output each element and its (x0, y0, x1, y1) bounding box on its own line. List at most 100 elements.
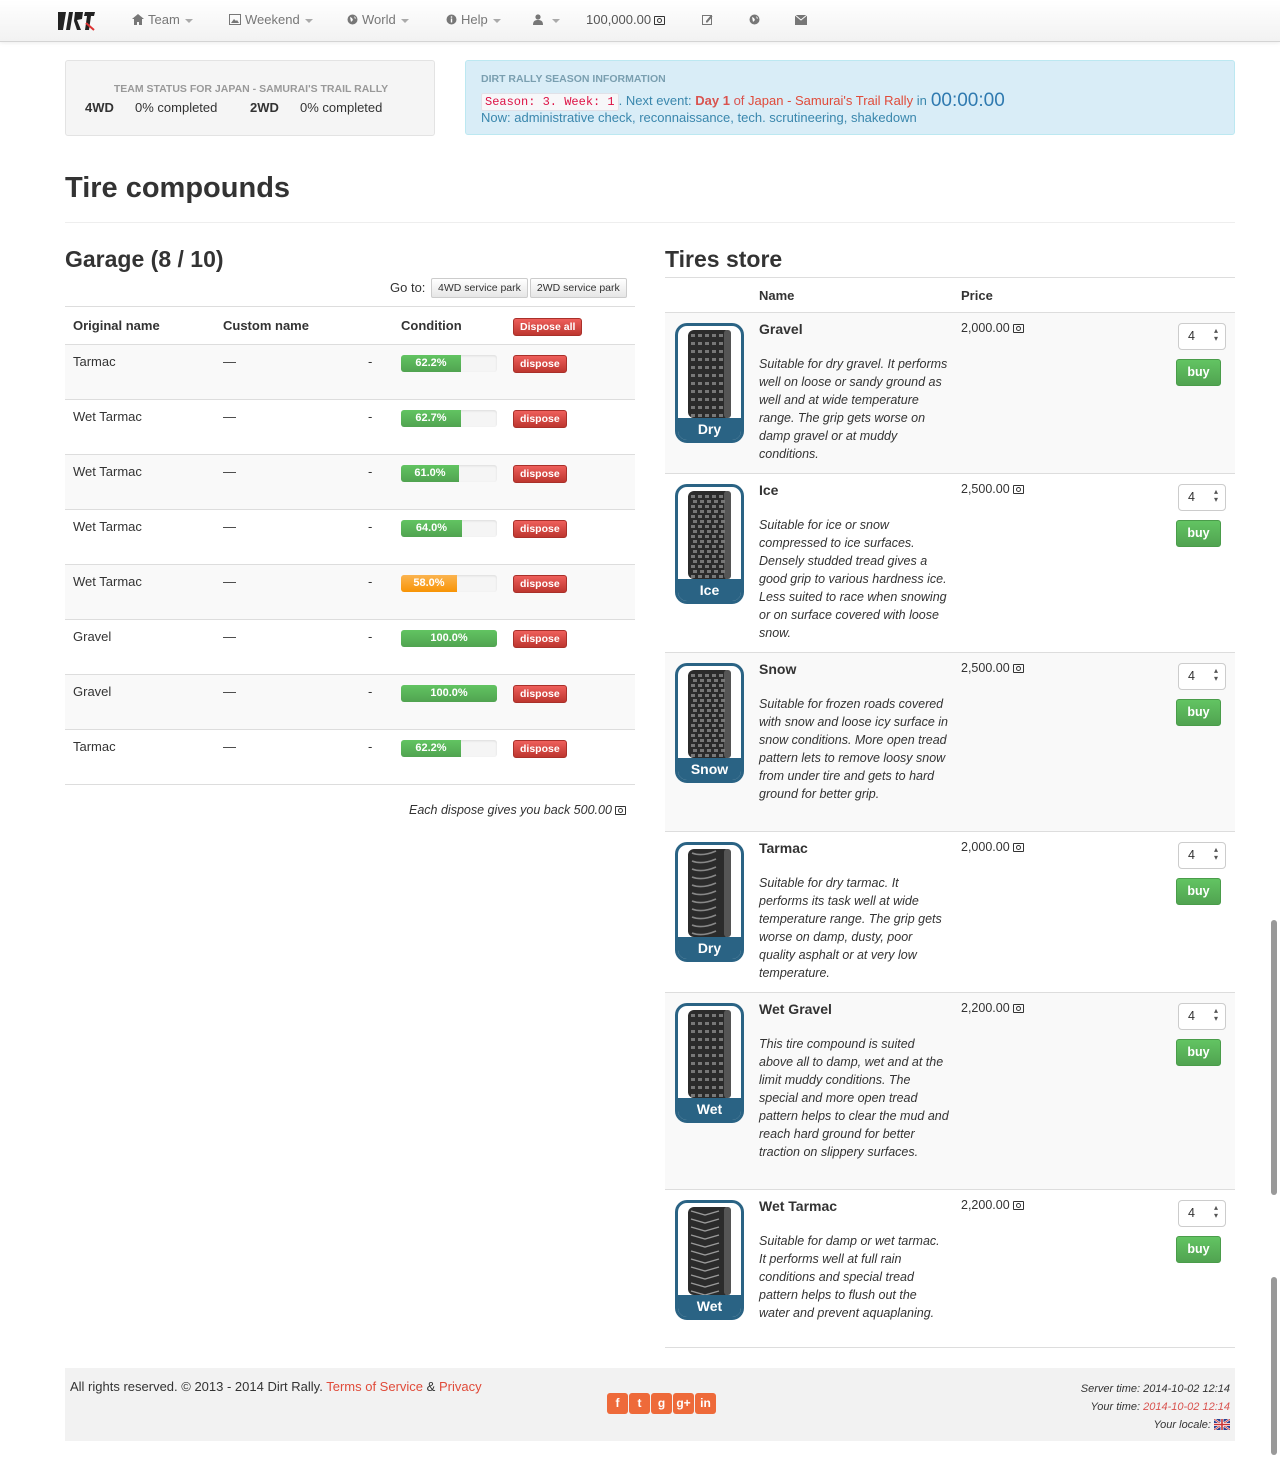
header-custom-name: Custom name (223, 318, 309, 333)
nav-user[interactable] (533, 12, 560, 27)
your-time-value: 2014-10-02 12:14 (1143, 1401, 1230, 1413)
dispose-button[interactable]: dispose (513, 355, 567, 373)
tire-description: Suitable for frozen roads covered with s… (759, 697, 948, 801)
tire-badge: Dry (678, 937, 741, 959)
4wd-service-park-button[interactable]: 4WD service park (431, 278, 528, 298)
store-item-row: Dry Gravel Suitable for dry gravel. It per… (665, 313, 1235, 474)
dirt-rally-logo[interactable] (56, 9, 96, 33)
tire-custom-name[interactable]: — (223, 739, 236, 754)
season-next-event: Season: 3. Week: 1. Next event: Day 1 of… (481, 90, 1005, 112)
tire-custom-name[interactable]: — (223, 464, 236, 479)
tire-custom-name[interactable]: — (223, 354, 236, 369)
tire-badge: Snow (678, 758, 741, 780)
tire-badge: Wet (678, 1098, 741, 1120)
tire-description: Suitable for dry gravel. It performs wel… (759, 357, 948, 461)
header-original-name: Original name (73, 318, 160, 333)
globe-icon (749, 14, 760, 25)
money-icon (1012, 1004, 1024, 1013)
google-plus-icon[interactable]: g+ (673, 1393, 694, 1414)
nav-help-label: Help (461, 12, 488, 27)
event-countdown: 00:00:00 (930, 90, 1005, 111)
quantity-select[interactable]: 4 (1178, 1200, 1226, 1227)
buy-button[interactable]: buy (1176, 1039, 1221, 1066)
buy-button[interactable]: buy (1176, 1236, 1221, 1263)
event-link[interactable]: Japan - Samurai's Trail Rally (748, 93, 913, 108)
scrollbar-thumb[interactable] (1271, 1277, 1277, 1455)
tire-custom-name[interactable]: — (223, 409, 236, 424)
home-icon (132, 14, 144, 25)
tire-description: Suitable for dry tarmac. It performs its… (759, 876, 942, 980)
tire-dash: - (368, 629, 373, 644)
condition-fill: 62.7% (401, 410, 461, 427)
quantity-select[interactable]: 4 (1178, 1003, 1226, 1030)
quantity-select[interactable]: 4 (1178, 663, 1226, 690)
chevron-down-icon (400, 18, 409, 23)
nav-edit[interactable] (702, 12, 717, 27)
quantity-select[interactable]: 4 (1178, 323, 1226, 350)
dispose-button[interactable]: dispose (513, 465, 567, 483)
nav-balance[interactable]: 100,000.00 (586, 12, 666, 27)
dispose-button[interactable]: dispose (513, 630, 567, 648)
condition-fill: 100.0% (401, 685, 497, 702)
twitter-icon[interactable]: t (629, 1393, 650, 1414)
your-time-label: Your time: (1090, 1401, 1141, 1413)
terms-link[interactable]: Terms of Service (326, 1379, 423, 1394)
tire-image (688, 670, 731, 758)
dispose-all-button[interactable]: Dispose all (513, 318, 583, 336)
linkedin-icon[interactable]: in (695, 1393, 716, 1414)
tire-price-value: 2,500.00 (961, 482, 1010, 496)
status-4wd-value: 0% completed (135, 100, 218, 115)
tire-price-value: 2,200.00 (961, 1001, 1010, 1015)
money-icon (1012, 1201, 1024, 1210)
status-2wd-value: 0% completed (300, 100, 383, 115)
tire-image (688, 491, 731, 579)
buy-button[interactable]: buy (1176, 699, 1221, 726)
privacy-link[interactable]: Privacy (439, 1379, 482, 1394)
dispose-button[interactable]: dispose (513, 410, 567, 428)
nav-help[interactable]: Help (446, 12, 501, 27)
nav-world-label: World (362, 12, 396, 27)
facebook-icon[interactable]: f (607, 1393, 628, 1414)
quantity-select[interactable]: 4 (1178, 484, 1226, 511)
nav-messages[interactable] (794, 12, 811, 27)
dispose-button[interactable]: dispose (513, 520, 567, 538)
team-status-title: TEAM STATUS FOR JAPAN - SAMURAI'S TRAIL … (113, 83, 389, 95)
top-navbar: Team Weekend World Help 100,000.00 (0, 0, 1280, 42)
tire-price-value: 2,000.00 (961, 840, 1010, 854)
buy-button[interactable]: buy (1176, 878, 1221, 905)
nav-world[interactable]: World (347, 12, 409, 27)
tire-custom-name[interactable]: — (223, 629, 236, 644)
nav-globe[interactable] (749, 12, 764, 27)
uk-flag-icon[interactable] (1213, 1418, 1231, 1431)
dispose-button[interactable]: dispose (513, 685, 567, 703)
dispose-button[interactable]: dispose (513, 575, 567, 593)
header-price: Price (961, 288, 993, 303)
nav-team[interactable]: Team (132, 12, 193, 27)
social-links: f t g g+ in (607, 1393, 717, 1414)
quantity-select[interactable]: 4 (1178, 842, 1226, 869)
dispose-button[interactable]: dispose (513, 740, 567, 758)
buy-button[interactable]: buy (1176, 359, 1221, 386)
tire-name: Wet Gravel (759, 1001, 832, 1017)
tire-price: 2,000.00 (961, 321, 1024, 335)
buy-button[interactable]: buy (1176, 520, 1221, 547)
server-time-label: Server time: (1080, 1383, 1141, 1395)
balance-value: 100,000.00 (586, 12, 652, 27)
tire-custom-name[interactable]: — (223, 519, 236, 534)
chevron-down-icon (492, 18, 501, 23)
dispose-note-text: Each dispose gives you back 500.00 (409, 803, 612, 817)
store-table: Name Price Dry Gravel Suitable for dry gra… (665, 277, 1235, 1348)
tire-price: 2,200.00 (961, 1198, 1024, 1212)
globe-icon (347, 14, 358, 25)
tire-dash: - (368, 519, 373, 534)
divider (65, 222, 1235, 223)
2wd-service-park-button[interactable]: 2WD service park (529, 278, 627, 298)
nav-weekend[interactable]: Weekend (229, 12, 313, 27)
scrollbar-thumb[interactable] (1271, 920, 1277, 1195)
tire-price: 2,000.00 (961, 840, 1024, 854)
table-row: Gravel — - 100.0% dispose (65, 620, 635, 675)
tire-custom-name[interactable]: — (223, 684, 236, 699)
tire-custom-name[interactable]: — (223, 574, 236, 589)
condition-fill: 58.0% (401, 575, 457, 592)
github-icon[interactable]: g (651, 1393, 672, 1414)
